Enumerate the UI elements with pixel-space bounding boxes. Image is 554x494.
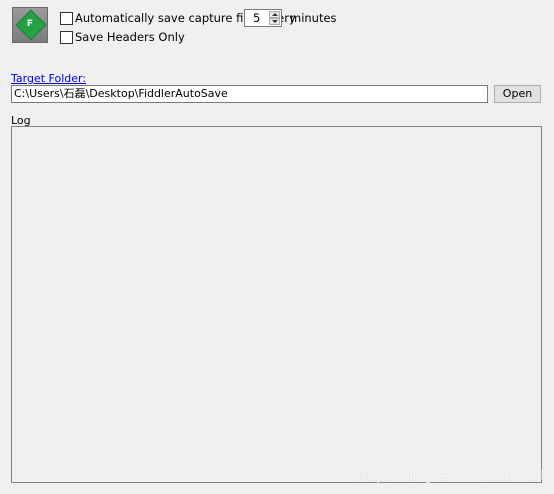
open-folder-button[interactable]: Open	[494, 85, 541, 103]
spinner-up-arrow-icon[interactable]	[269, 11, 280, 18]
save-headers-only-checkbox[interactable]	[60, 31, 73, 44]
autosave-checkbox[interactable]	[60, 12, 73, 25]
log-textarea[interactable]	[11, 126, 542, 483]
spinner-down-arrow-icon[interactable]	[269, 18, 280, 25]
target-folder-path-input[interactable]: C:\Users\石磊\Desktop\FiddlerAutoSave	[11, 85, 488, 103]
logo-letter: F	[26, 19, 34, 29]
interval-unit-label: minutes	[290, 11, 337, 25]
fiddler-logo-icon: F	[12, 7, 48, 43]
watermark-text: https://blog.csdn.net/abcnull	[357, 469, 544, 484]
target-folder-link[interactable]: Target Folder:	[11, 72, 86, 85]
autosave-interval-spinner[interactable]: 5	[244, 9, 282, 27]
autosave-interval-value[interactable]: 5	[253, 11, 260, 25]
save-headers-only-label: Save Headers Only	[75, 30, 185, 44]
